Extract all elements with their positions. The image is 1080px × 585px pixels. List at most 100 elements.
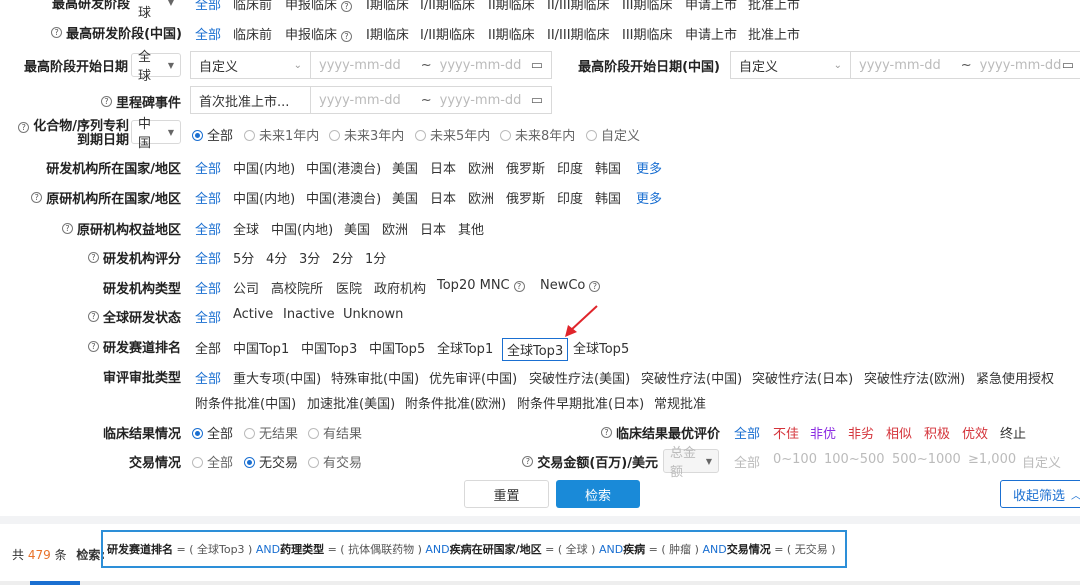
query-expression-box[interactable]: 研发赛道排名 = ( 全球Top3 ) AND 药理类型 = ( 抗体偶联药物 … bbox=[101, 530, 847, 568]
option-r13-4[interactable]: 相似 bbox=[886, 423, 912, 442]
milestone-date-range[interactable]: yyyy-mm-dd ~ yyyy-mm-dd ▭ bbox=[311, 86, 552, 114]
option-r5-8[interactable]: 韩国 bbox=[595, 158, 621, 177]
option-r13-0[interactable]: 全部 bbox=[734, 423, 760, 442]
option-r1-4[interactable]: I/II期临床 bbox=[420, 24, 475, 43]
option-r14-2[interactable]: 100~500 bbox=[824, 452, 885, 467]
radio-icon[interactable] bbox=[244, 130, 255, 141]
option-r6-3[interactable]: 美国 bbox=[392, 188, 418, 207]
more-link[interactable]: 更多 bbox=[636, 158, 662, 177]
option-r12-8[interactable]: 紧急使用授权 bbox=[976, 368, 1054, 387]
option-r13-2[interactable]: 有结果 bbox=[308, 423, 362, 442]
radio-icon[interactable] bbox=[244, 428, 255, 439]
option-r12-1[interactable]: 重大专项(中国) bbox=[233, 368, 321, 387]
more-link[interactable]: 更多 bbox=[636, 188, 662, 207]
option-r14-4[interactable]: ≥1,000 bbox=[968, 452, 1016, 467]
option-r13-3[interactable]: 非劣 bbox=[848, 423, 874, 442]
option-r9-6[interactable]: NewCo? bbox=[540, 278, 604, 293]
date-from-placeholder[interactable]: yyyy-mm-dd bbox=[319, 93, 401, 108]
option-r6-2[interactable]: 中国(港澳台) bbox=[306, 188, 381, 207]
option-r6-5[interactable]: 欧洲 bbox=[468, 188, 494, 207]
reset-button[interactable]: 重置 bbox=[464, 480, 549, 508]
option-r0-9[interactable]: 批准上市 bbox=[748, 0, 800, 13]
option-r11-4[interactable]: 全球Top1 bbox=[437, 338, 493, 357]
option-r5-3[interactable]: 美国 bbox=[392, 158, 418, 177]
radio-icon[interactable] bbox=[308, 428, 319, 439]
option-r0-8[interactable]: 申请上市 bbox=[685, 0, 737, 13]
option-r12-1[interactable]: 加速批准(美国) bbox=[307, 393, 395, 412]
radio-icon[interactable] bbox=[329, 130, 340, 141]
option-r12-3[interactable]: 附条件早期批准(日本) bbox=[517, 393, 644, 412]
option-r1-8[interactable]: 申请上市 bbox=[685, 24, 737, 43]
option-r14-0[interactable]: 全部 bbox=[734, 452, 760, 471]
option-r11-6[interactable]: 全球Top5 bbox=[573, 338, 629, 357]
option-r8-2[interactable]: 4分 bbox=[266, 248, 287, 267]
date-to-placeholder[interactable]: yyyy-mm-dd bbox=[440, 58, 522, 73]
search-button[interactable]: 检索 bbox=[556, 480, 640, 508]
highest-stage-region-select[interactable]: 全球 ▼ bbox=[132, 0, 180, 21]
option-r12-0[interactable]: 附条件批准(中国) bbox=[195, 393, 296, 412]
option-r13-0[interactable]: 全部 bbox=[192, 423, 233, 442]
radio-icon[interactable] bbox=[415, 130, 426, 141]
option-r14-5[interactable]: 自定义 bbox=[1022, 452, 1061, 471]
stage-start-mode-dropdown[interactable]: 自定义 ⌄ bbox=[190, 51, 311, 79]
option-r9-2[interactable]: 高校院所 bbox=[271, 278, 323, 297]
option-r1-1[interactable]: 临床前 bbox=[233, 24, 272, 43]
radio-icon[interactable] bbox=[192, 457, 203, 468]
option-r9-3[interactable]: 医院 bbox=[336, 278, 362, 297]
option-r8-4[interactable]: 2分 bbox=[332, 248, 353, 267]
option-r12-5[interactable]: 突破性疗法(中国) bbox=[641, 368, 742, 387]
option-r0-5[interactable]: II期临床 bbox=[488, 0, 535, 13]
option-r5-5[interactable]: 欧洲 bbox=[468, 158, 494, 177]
option-r12-4[interactable]: 突破性疗法(美国) bbox=[529, 368, 630, 387]
option-r5-0[interactable]: 全部 bbox=[195, 158, 221, 177]
option-r11-0[interactable]: 全部 bbox=[195, 338, 221, 357]
option-r9-1[interactable]: 公司 bbox=[233, 278, 259, 297]
option-r10-0[interactable]: 全部 bbox=[195, 307, 221, 326]
option-r0-3[interactable]: I期临床 bbox=[366, 0, 409, 13]
option-r14-2[interactable]: 有交易 bbox=[308, 452, 362, 471]
option-r11-2[interactable]: 中国Top3 bbox=[301, 338, 357, 357]
date-to-placeholder[interactable]: yyyy-mm-dd bbox=[980, 58, 1062, 73]
option-r9-0[interactable]: 全部 bbox=[195, 278, 221, 297]
option-r6-4[interactable]: 日本 bbox=[430, 188, 456, 207]
option-r1-2[interactable]: 申报临床? bbox=[285, 24, 356, 43]
option-r12-2[interactable]: 附条件批准(欧洲) bbox=[405, 393, 506, 412]
radio-icon[interactable] bbox=[192, 130, 203, 141]
option-r7-2[interactable]: 中国(内地) bbox=[271, 219, 333, 238]
option-r12-4[interactable]: 常规批准 bbox=[654, 393, 706, 412]
option-r0-0[interactable]: 全部 bbox=[195, 0, 221, 13]
option-r6-0[interactable]: 全部 bbox=[195, 188, 221, 207]
option-r6-8[interactable]: 韩国 bbox=[595, 188, 621, 207]
stage-start-date-range[interactable]: yyyy-mm-dd ~ yyyy-mm-dd ▭ bbox=[311, 51, 552, 79]
option-r4-2[interactable]: 未来3年内 bbox=[329, 125, 404, 144]
stage-start-cn-mode-dropdown[interactable]: 自定义 ⌄ bbox=[730, 51, 851, 79]
option-r5-4[interactable]: 日本 bbox=[430, 158, 456, 177]
option-r8-5[interactable]: 1分 bbox=[365, 248, 386, 267]
option-r14-0[interactable]: 全部 bbox=[192, 452, 233, 471]
option-r4-5[interactable]: 自定义 bbox=[586, 125, 640, 144]
option-r4-1[interactable]: 未来1年内 bbox=[244, 125, 319, 144]
option-r9-5[interactable]: Top20 MNC? bbox=[437, 278, 529, 293]
option-r4-0[interactable]: 全部 bbox=[192, 125, 233, 144]
option-r13-1[interactable]: 不佳 bbox=[773, 423, 799, 442]
option-r0-2[interactable]: 申报临床? bbox=[285, 0, 356, 13]
stage-start-cn-date-range[interactable]: yyyy-mm-dd ~ yyyy-mm-dd ▭ bbox=[851, 51, 1080, 79]
option-r5-2[interactable]: 中国(港澳台) bbox=[306, 158, 381, 177]
date-from-placeholder[interactable]: yyyy-mm-dd bbox=[319, 58, 401, 73]
radio-icon[interactable] bbox=[500, 130, 511, 141]
radio-icon[interactable] bbox=[192, 428, 203, 439]
option-r14-3[interactable]: 500~1000 bbox=[892, 452, 961, 467]
option-r12-2[interactable]: 特殊审批(中国) bbox=[331, 368, 419, 387]
option-r7-5[interactable]: 日本 bbox=[420, 219, 446, 238]
option-r0-4[interactable]: I/II期临床 bbox=[420, 0, 475, 13]
date-to-placeholder[interactable]: yyyy-mm-dd bbox=[440, 93, 522, 108]
option-r13-6[interactable]: 优效 bbox=[962, 423, 988, 442]
option-r8-3[interactable]: 3分 bbox=[299, 248, 320, 267]
option-r11-3[interactable]: 中国Top5 bbox=[369, 338, 425, 357]
option-r7-6[interactable]: 其他 bbox=[458, 219, 484, 238]
option-r4-3[interactable]: 未来5年内 bbox=[415, 125, 490, 144]
option-r7-1[interactable]: 全球 bbox=[233, 219, 259, 238]
radio-icon[interactable] bbox=[308, 457, 319, 468]
option-r1-9[interactable]: 批准上市 bbox=[748, 24, 800, 43]
option-r14-1[interactable]: 无交易 bbox=[244, 452, 298, 471]
